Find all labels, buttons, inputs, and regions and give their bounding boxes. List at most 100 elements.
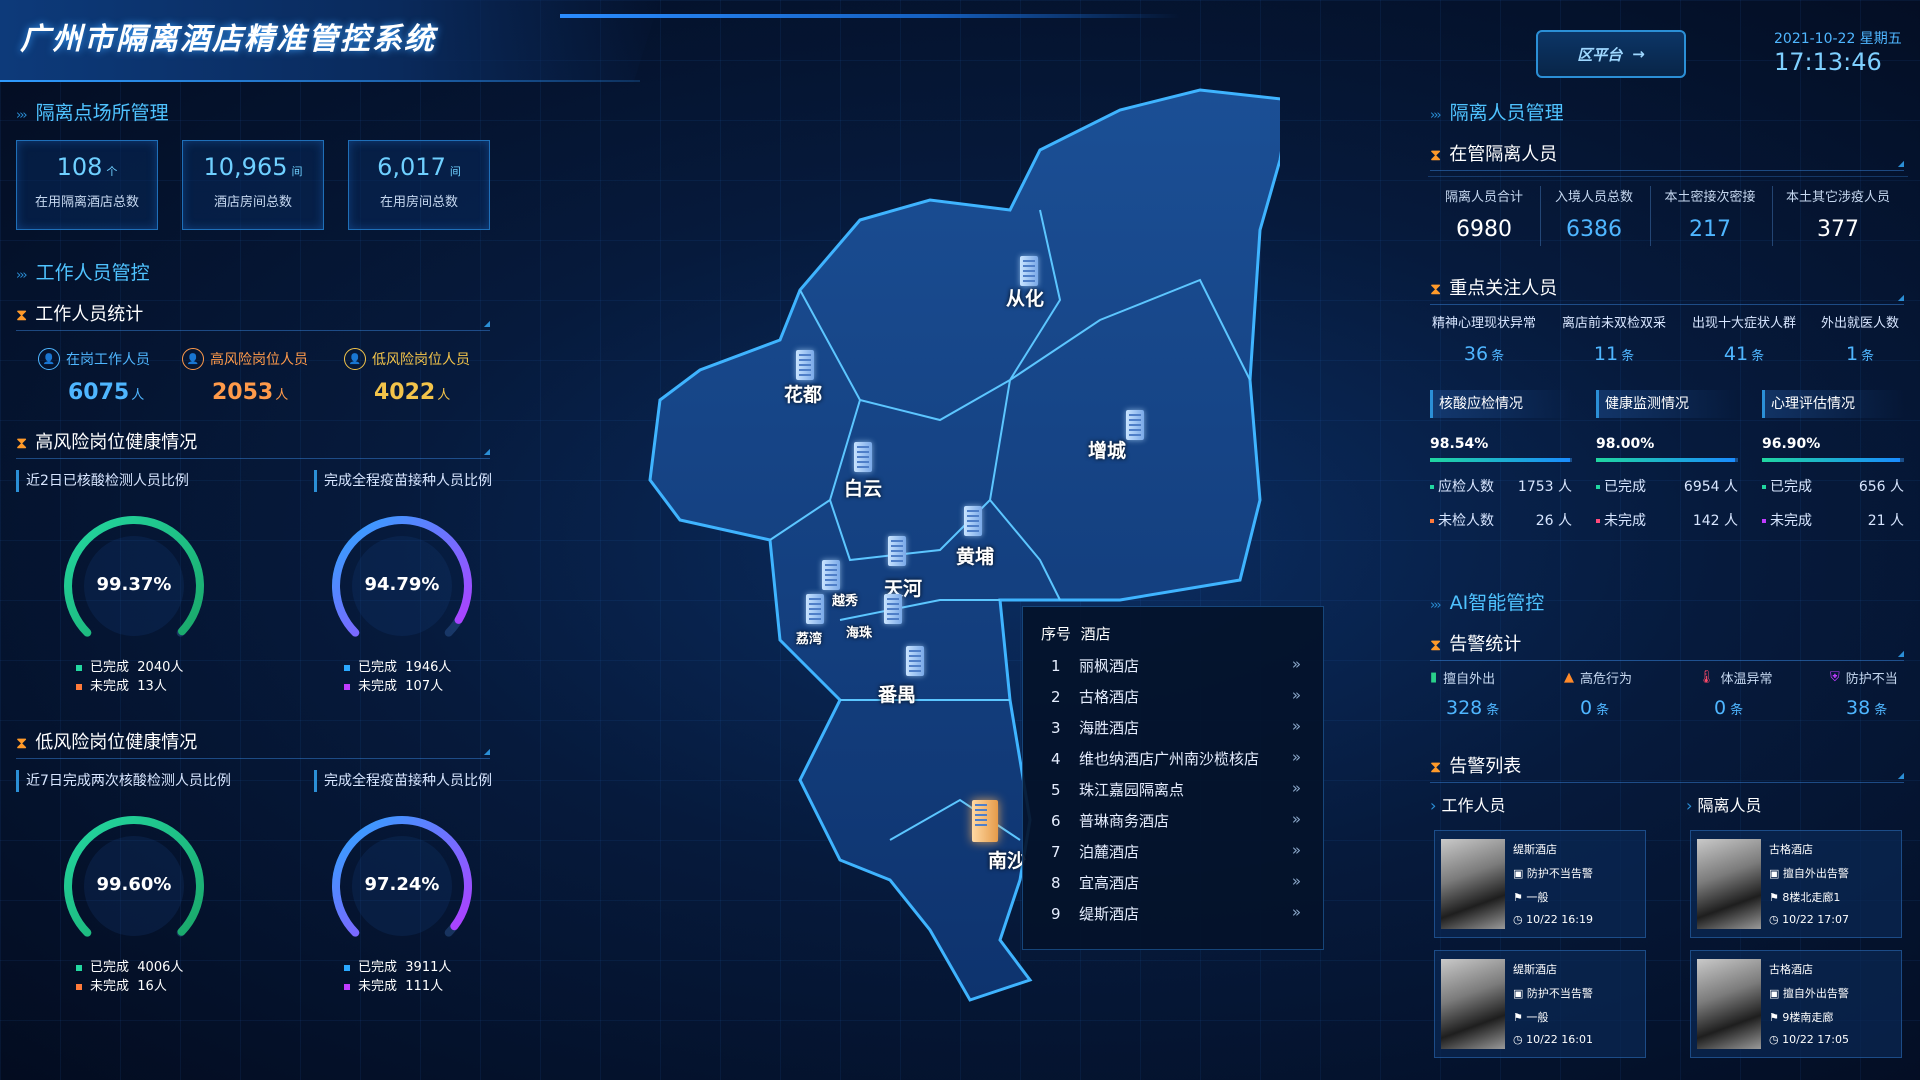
alarm-time: ◷ 10/22 16:01 xyxy=(1513,1033,1594,1046)
double-chevron-right-icon[interactable]: » xyxy=(1292,779,1301,797)
building-icon[interactable] xyxy=(822,560,840,590)
alarm-stat-protection[interactable]: ⛨ 防护不当 38 条 xyxy=(1830,668,1920,719)
staff-value: 4022 xyxy=(374,380,436,405)
alarm-unit: 条 xyxy=(1730,703,1744,718)
district-label[interactable]: 南沙 xyxy=(988,846,1026,873)
camera-snapshot[interactable] xyxy=(1441,839,1505,929)
venue-heading-text: 隔离点场所管理 xyxy=(35,102,169,124)
double-chevron-right-icon[interactable]: » xyxy=(1292,903,1301,921)
district-label[interactable]: 从化 xyxy=(1006,284,1044,311)
alarm-unit: 条 xyxy=(1486,703,1500,718)
district-platform-button[interactable]: 区平台 → xyxy=(1536,30,1686,78)
high-risk-health-subheading: ⧗ 高风险岗位健康情况 ◢ xyxy=(16,428,490,459)
hotel-row[interactable]: 7 泊麓酒店 » xyxy=(1051,841,1305,872)
hotel-row[interactable]: 5 珠江嘉园隔离点 » xyxy=(1051,779,1305,810)
hotel-name: 维也纳酒店广州南沙榄核店 xyxy=(1079,750,1260,768)
double-chevron-right-icon[interactable]: » xyxy=(1292,872,1301,890)
header-name: 酒店 xyxy=(1080,625,1111,643)
alarm-time: ◷ 10/22 16:19 xyxy=(1513,913,1594,926)
alarm-type: ▣ 防护不当告警 xyxy=(1513,987,1593,1000)
alarm-type-text: 擅自外出告警 xyxy=(1782,867,1849,880)
alarm-stat-exit[interactable]: ▮ 擅自外出 328 条 xyxy=(1430,668,1560,719)
hotel-name: 泊麓酒店 xyxy=(1079,843,1140,861)
alarm-card[interactable]: 缇斯酒店 ▣ 防护不当告警 ⚑ 一般 ◷ 10/22 16:19 xyxy=(1434,830,1646,938)
hotel-row[interactable]: 3 海胜酒店 » xyxy=(1051,717,1305,748)
double-chevron-right-icon[interactable]: » xyxy=(1292,810,1301,828)
hotel-row[interactable]: 2 古格酒店 » xyxy=(1051,686,1305,717)
alarm-stat-risk[interactable]: ▲ 高危行为 0条 xyxy=(1564,668,1694,719)
building-icon[interactable] xyxy=(854,442,872,472)
alarm-card[interactable]: 缇斯酒店 ▣ 防护不当告警 ⚑ 一般 ◷ 10/22 16:01 xyxy=(1434,950,1646,1058)
staff-section-heading: ››› 工作人员管控 xyxy=(16,258,150,285)
building-icon-active[interactable] xyxy=(972,800,998,842)
subheading-text: 告警统计 xyxy=(1449,634,1522,655)
district-label[interactable]: 白云 xyxy=(844,474,882,501)
progress-key: 未完成 xyxy=(1762,510,1812,530)
progress-value: 21 人 xyxy=(1867,513,1904,529)
hotel-row[interactable]: 1 丽枫酒店 » xyxy=(1051,655,1305,686)
district-label[interactable]: 花都 xyxy=(784,380,822,407)
subheading-text: 告警列表 xyxy=(1449,756,1522,777)
isolation-stat: 本土其它涉疫人员 377 xyxy=(1778,186,1898,242)
building-icon[interactable] xyxy=(1126,410,1144,440)
isolation-section-heading: ››› 隔离人员管理 xyxy=(1430,98,1564,125)
building-icon[interactable] xyxy=(806,594,824,624)
alarm-stats-subheading: ⧗ 告警统计 ◢ xyxy=(1430,630,1904,661)
hotel-row[interactable]: 6 普琳商务酒店 » xyxy=(1051,810,1305,841)
alarm-stat-temp[interactable]: 🌡 体温异常 0条 xyxy=(1698,668,1828,719)
focus-stat[interactable]: 外出就医人数 1条 xyxy=(1800,312,1920,365)
double-chevron-right-icon[interactable]: » xyxy=(1292,748,1301,766)
alarm-card[interactable]: 古格酒店 ▣ 擅自外出告警 ⚑ 9楼南走廊 ◷ 10/22 17:05 xyxy=(1690,950,1902,1058)
hotel-name: 普琳商务酒店 xyxy=(1079,812,1170,830)
camera-snapshot[interactable] xyxy=(1441,959,1505,1049)
progress-value: 26 人 xyxy=(1535,513,1572,529)
double-chevron-right-icon[interactable]: » xyxy=(1292,655,1301,673)
stat-rooms-used: 6,017 间 在用房间总数 xyxy=(348,140,490,230)
district-label[interactable]: 荔湾 xyxy=(796,628,822,647)
double-chevron-right-icon[interactable]: » xyxy=(1292,686,1301,704)
hotel-row[interactable]: 8 宜高酒店 » xyxy=(1051,872,1305,903)
alarm-list-subheading: ⧗ 告警列表 ◢ xyxy=(1430,752,1904,783)
legend-undone-value: 111人 xyxy=(405,979,444,994)
district-label[interactable]: 黄埔 xyxy=(956,542,994,569)
alarm-type: ▣ 擅自外出告警 xyxy=(1769,867,1849,880)
hotel-row[interactable]: 9 缇斯酒店 » xyxy=(1051,903,1305,934)
gauge-percent: 94.79% xyxy=(364,574,440,595)
alarm-time-text: 10/22 16:01 xyxy=(1526,1033,1594,1046)
building-icon[interactable] xyxy=(906,646,924,676)
staff-unit: 人 xyxy=(131,388,145,403)
isolation-stat-label: 入境人员总数 xyxy=(1554,190,1633,205)
camera-snapshot[interactable] xyxy=(1697,959,1761,1049)
hotel-row[interactable]: 4 维也纳酒店广州南沙榄核店 » xyxy=(1051,748,1305,779)
building-icon[interactable] xyxy=(888,536,906,566)
double-chevron-right-icon[interactable]: » xyxy=(1292,841,1301,859)
focus-stat[interactable]: 精神心理现状异常 36 条 xyxy=(1424,312,1544,365)
building-icon[interactable] xyxy=(1020,256,1038,286)
hotel-no: 8 xyxy=(1051,874,1061,892)
hourglass-icon: ⧗ xyxy=(16,733,28,752)
building-icon[interactable] xyxy=(884,594,902,624)
alarm-card[interactable]: 古格酒店 ▣ 擅自外出告警 ⚑ 8楼北走廊1 ◷ 10/22 17:07 xyxy=(1690,830,1902,938)
alarm-unit: 条 xyxy=(1874,703,1888,718)
building-icon[interactable] xyxy=(964,506,982,536)
district-label[interactable]: 增城 xyxy=(1088,436,1126,463)
alarm-level: ⚑ 一般 xyxy=(1513,1011,1549,1024)
focus-stat[interactable]: 离店前未双检双采 11 条 xyxy=(1554,312,1674,365)
camera-snapshot[interactable] xyxy=(1697,839,1761,929)
hotel-no: 7 xyxy=(1051,843,1061,861)
district-label[interactable]: 番禺 xyxy=(878,680,916,707)
focus-unit: 条 xyxy=(1861,349,1875,364)
hotel-name: 宜高酒店 xyxy=(1079,874,1140,892)
district-label[interactable]: 越秀 xyxy=(832,590,858,609)
hotel-no: 5 xyxy=(1051,781,1061,799)
legend-done-label: 已完成 xyxy=(90,960,130,975)
focus-stat[interactable]: 出现十大症状人群 41 条 xyxy=(1684,312,1804,365)
building-icon[interactable] xyxy=(796,350,814,380)
double-chevron-right-icon[interactable]: » xyxy=(1292,717,1301,735)
alarm-label: 高危行为 xyxy=(1580,672,1633,687)
focus-label: 出现十大症状人群 xyxy=(1691,316,1796,331)
hotel-no: 4 xyxy=(1051,750,1061,768)
person-icon: 👤 xyxy=(38,348,60,370)
district-label[interactable]: 海珠 xyxy=(846,622,872,641)
divider xyxy=(1650,186,1651,246)
